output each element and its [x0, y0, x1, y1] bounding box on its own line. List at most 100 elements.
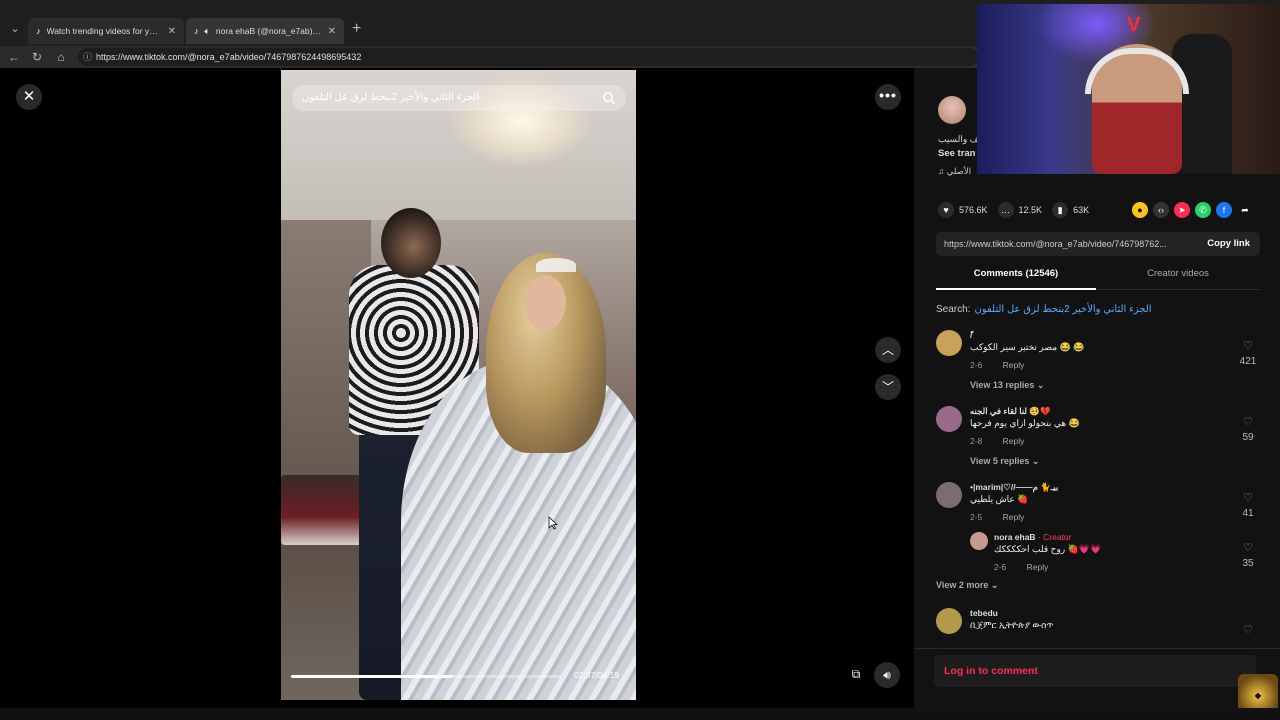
like-count: 576.6K — [959, 205, 988, 215]
tiktok-icon: ♪ — [194, 26, 199, 36]
login-box[interactable]: Log in to comment — [934, 655, 1256, 687]
comment-date: 2-6 — [970, 360, 983, 370]
close-video-button[interactable]: ✕ — [16, 84, 42, 110]
comment-text: مصر تختير سير الكوكب 😂 😂 — [970, 342, 1085, 352]
tab-creator-videos[interactable]: Creator videos — [1098, 264, 1258, 290]
browser-tab-trending[interactable]: ♪ Watch trending videos for you | Ti ✕ — [28, 18, 184, 44]
comment-user[interactable]: •|marim|♡//——بيـ🐈 م — [970, 482, 1058, 493]
heart-outline-icon[interactable]: ♡ — [1243, 416, 1253, 428]
facebook-icon[interactable]: f — [1216, 202, 1232, 218]
related-search-label: Search: — [936, 304, 971, 315]
comment-like-count: 59 — [1242, 432, 1254, 443]
engagement-stats: ♥ 576.6K … 12.5K ▮ 63K — [938, 202, 1089, 218]
view-replies-button[interactable]: View 5 replies ⌄ — [970, 456, 1039, 467]
video-progress-fill — [291, 675, 453, 678]
comment-stat[interactable]: … 12.5K — [997, 202, 1043, 218]
volume-icon[interactable]: 🔊︎ — [874, 662, 900, 688]
related-search: Search: الجزء الثاني والأخير 2بتحط لزق عل… — [936, 304, 1152, 315]
comment-user[interactable]: ً/ — [970, 330, 972, 341]
reply-button[interactable]: Reply — [1027, 562, 1049, 572]
login-to-comment-link[interactable]: Log in to comment — [944, 655, 1038, 687]
comment-like[interactable]: ♡ 421 — [1238, 336, 1258, 367]
comment-user[interactable]: nora ehaB · Creator — [994, 532, 1072, 542]
comment-like[interactable]: ♡ — [1238, 620, 1258, 638]
coin-icon[interactable]: ● — [1132, 202, 1148, 218]
related-search-term[interactable]: الجزء الثاني والأخير 2بتحط لزق عل التلفو… — [974, 304, 1151, 315]
whatsapp-icon[interactable]: ✆ — [1195, 202, 1211, 218]
url-text: https://www.tiktok.com/@nora_e7ab/video/… — [96, 52, 362, 62]
heart-outline-icon[interactable]: ♡ — [1243, 542, 1253, 554]
bookmark-icon[interactable]: ▮ — [1052, 202, 1069, 218]
video-progress-bar[interactable] — [291, 675, 561, 678]
share-icons: ● ‹› ➤ ✆ f ➦ — [1132, 202, 1253, 218]
heart-outline-icon[interactable]: ♡ — [1243, 624, 1253, 636]
comment-meta: 2-5 Reply — [970, 512, 1024, 522]
save-stat[interactable]: ▮ 63K — [1052, 202, 1089, 218]
tab-list-icon[interactable]: ⌄ — [6, 20, 24, 38]
avatar[interactable] — [936, 482, 962, 508]
comment-meta: 2-8 Reply — [970, 436, 1024, 446]
copy-link-button[interactable]: Copy link — [1207, 232, 1250, 256]
video-frame-man-head — [381, 208, 441, 278]
comment-like[interactable]: ♡ 35 — [1238, 538, 1258, 569]
neon-logo-icon: V — [1127, 14, 1141, 36]
avatar[interactable] — [936, 406, 962, 432]
avatar[interactable] — [936, 330, 962, 356]
like-stat[interactable]: ♥ 576.6K — [938, 202, 988, 218]
view-replies-button[interactable]: View 13 replies ⌄ — [970, 380, 1044, 391]
author-avatar[interactable] — [938, 96, 966, 124]
reload-icon[interactable]: ↻ — [29, 49, 45, 65]
see-translation-link[interactable]: See tran — [938, 148, 976, 159]
search-icon[interactable] — [602, 91, 616, 105]
music-info[interactable]: ♫ الأصلي — [938, 166, 971, 177]
embed-icon[interactable]: ‹› — [1153, 202, 1169, 218]
close-icon[interactable]: ✕ — [168, 26, 176, 37]
heart-icon[interactable]: ♥ — [938, 202, 954, 218]
video-search-text: الجزء الثاني والأخير 2بتحط لزق عل التلفو… — [302, 92, 480, 103]
close-icon[interactable]: ✕ — [328, 26, 336, 37]
share-link-text[interactable]: https://www.tiktok.com/@nora_e7ab/video/… — [944, 232, 1184, 256]
home-icon[interactable]: ⌂ — [53, 49, 69, 65]
login-bar: Log in to comment — [914, 648, 1280, 708]
comment-icon[interactable]: … — [997, 202, 1014, 218]
reply-button[interactable]: Reply — [1003, 360, 1025, 370]
more-options-button[interactable]: ••• — [875, 84, 901, 110]
url-field[interactable]: ⓘ https://www.tiktok.com/@nora_e7ab/vide… — [78, 48, 978, 66]
comment-date: 2-8 — [970, 436, 983, 446]
comment-date: 2-6 — [994, 562, 1007, 572]
view-more-replies-button[interactable]: View 2 more ⌄ — [936, 580, 998, 591]
comment-text: هي بتحولو ازاي يوم فرحها 😂 — [970, 418, 1080, 428]
comment-like[interactable]: ♡ 59 — [1238, 412, 1258, 443]
comment-text: روح قلب احككككك 🍓💗💗 — [994, 544, 1102, 554]
tiktok-icon: ♪ — [36, 26, 41, 36]
heart-outline-icon[interactable]: ♡ — [1243, 340, 1253, 352]
heart-outline-icon[interactable]: ♡ — [1243, 492, 1253, 504]
new-tab-icon[interactable]: + — [352, 20, 361, 38]
browser-tab-nora[interactable]: ♪ 🔈︎ nora ehaB (@nora_e7ab) | Tik ✕ — [186, 18, 344, 44]
comment-like-count: 41 — [1242, 508, 1254, 519]
avatar[interactable] — [936, 608, 962, 634]
comment-meta: 2-6 Reply — [970, 360, 1024, 370]
share-arrow-icon[interactable]: ➦ — [1237, 202, 1253, 218]
comment-user[interactable]: tebedu — [970, 608, 998, 618]
reply-button[interactable]: Reply — [1003, 512, 1025, 522]
tab-title: nora ehaB (@nora_e7ab) | Tik — [215, 26, 322, 36]
video-frame-woman-face — [524, 275, 566, 330]
previous-video-button[interactable]: ︿ — [875, 337, 901, 363]
avatar[interactable] — [970, 532, 988, 550]
send-icon[interactable]: ➤ — [1174, 202, 1190, 218]
comment-user[interactable]: لنا لقاء في الجنه 🥺💔 — [970, 406, 1051, 417]
picture-in-picture-icon[interactable]: ⧉ — [846, 664, 866, 684]
video-search-pill[interactable]: الجزء الثاني والأخير 2بتحط لزق عل التلفو… — [292, 85, 626, 111]
back-icon[interactable]: ← — [6, 49, 22, 65]
video-player[interactable]: الجزء الثاني والأخير 2بتحط لزق عل التلفو… — [281, 70, 636, 700]
site-info-icon[interactable]: ⓘ — [83, 48, 92, 66]
reply-button[interactable]: Reply — [1003, 436, 1025, 446]
speaker-icon[interactable]: 🔈︎ — [205, 26, 210, 37]
next-video-button[interactable]: ﹀ — [875, 374, 901, 400]
comment-like-count: 35 — [1242, 558, 1254, 569]
comment-like[interactable]: ♡ 41 — [1238, 488, 1258, 519]
comment-count: 12.5K — [1018, 205, 1043, 215]
mouse-cursor-icon — [548, 516, 558, 530]
tab-comments[interactable]: Comments (12546) — [936, 264, 1096, 290]
